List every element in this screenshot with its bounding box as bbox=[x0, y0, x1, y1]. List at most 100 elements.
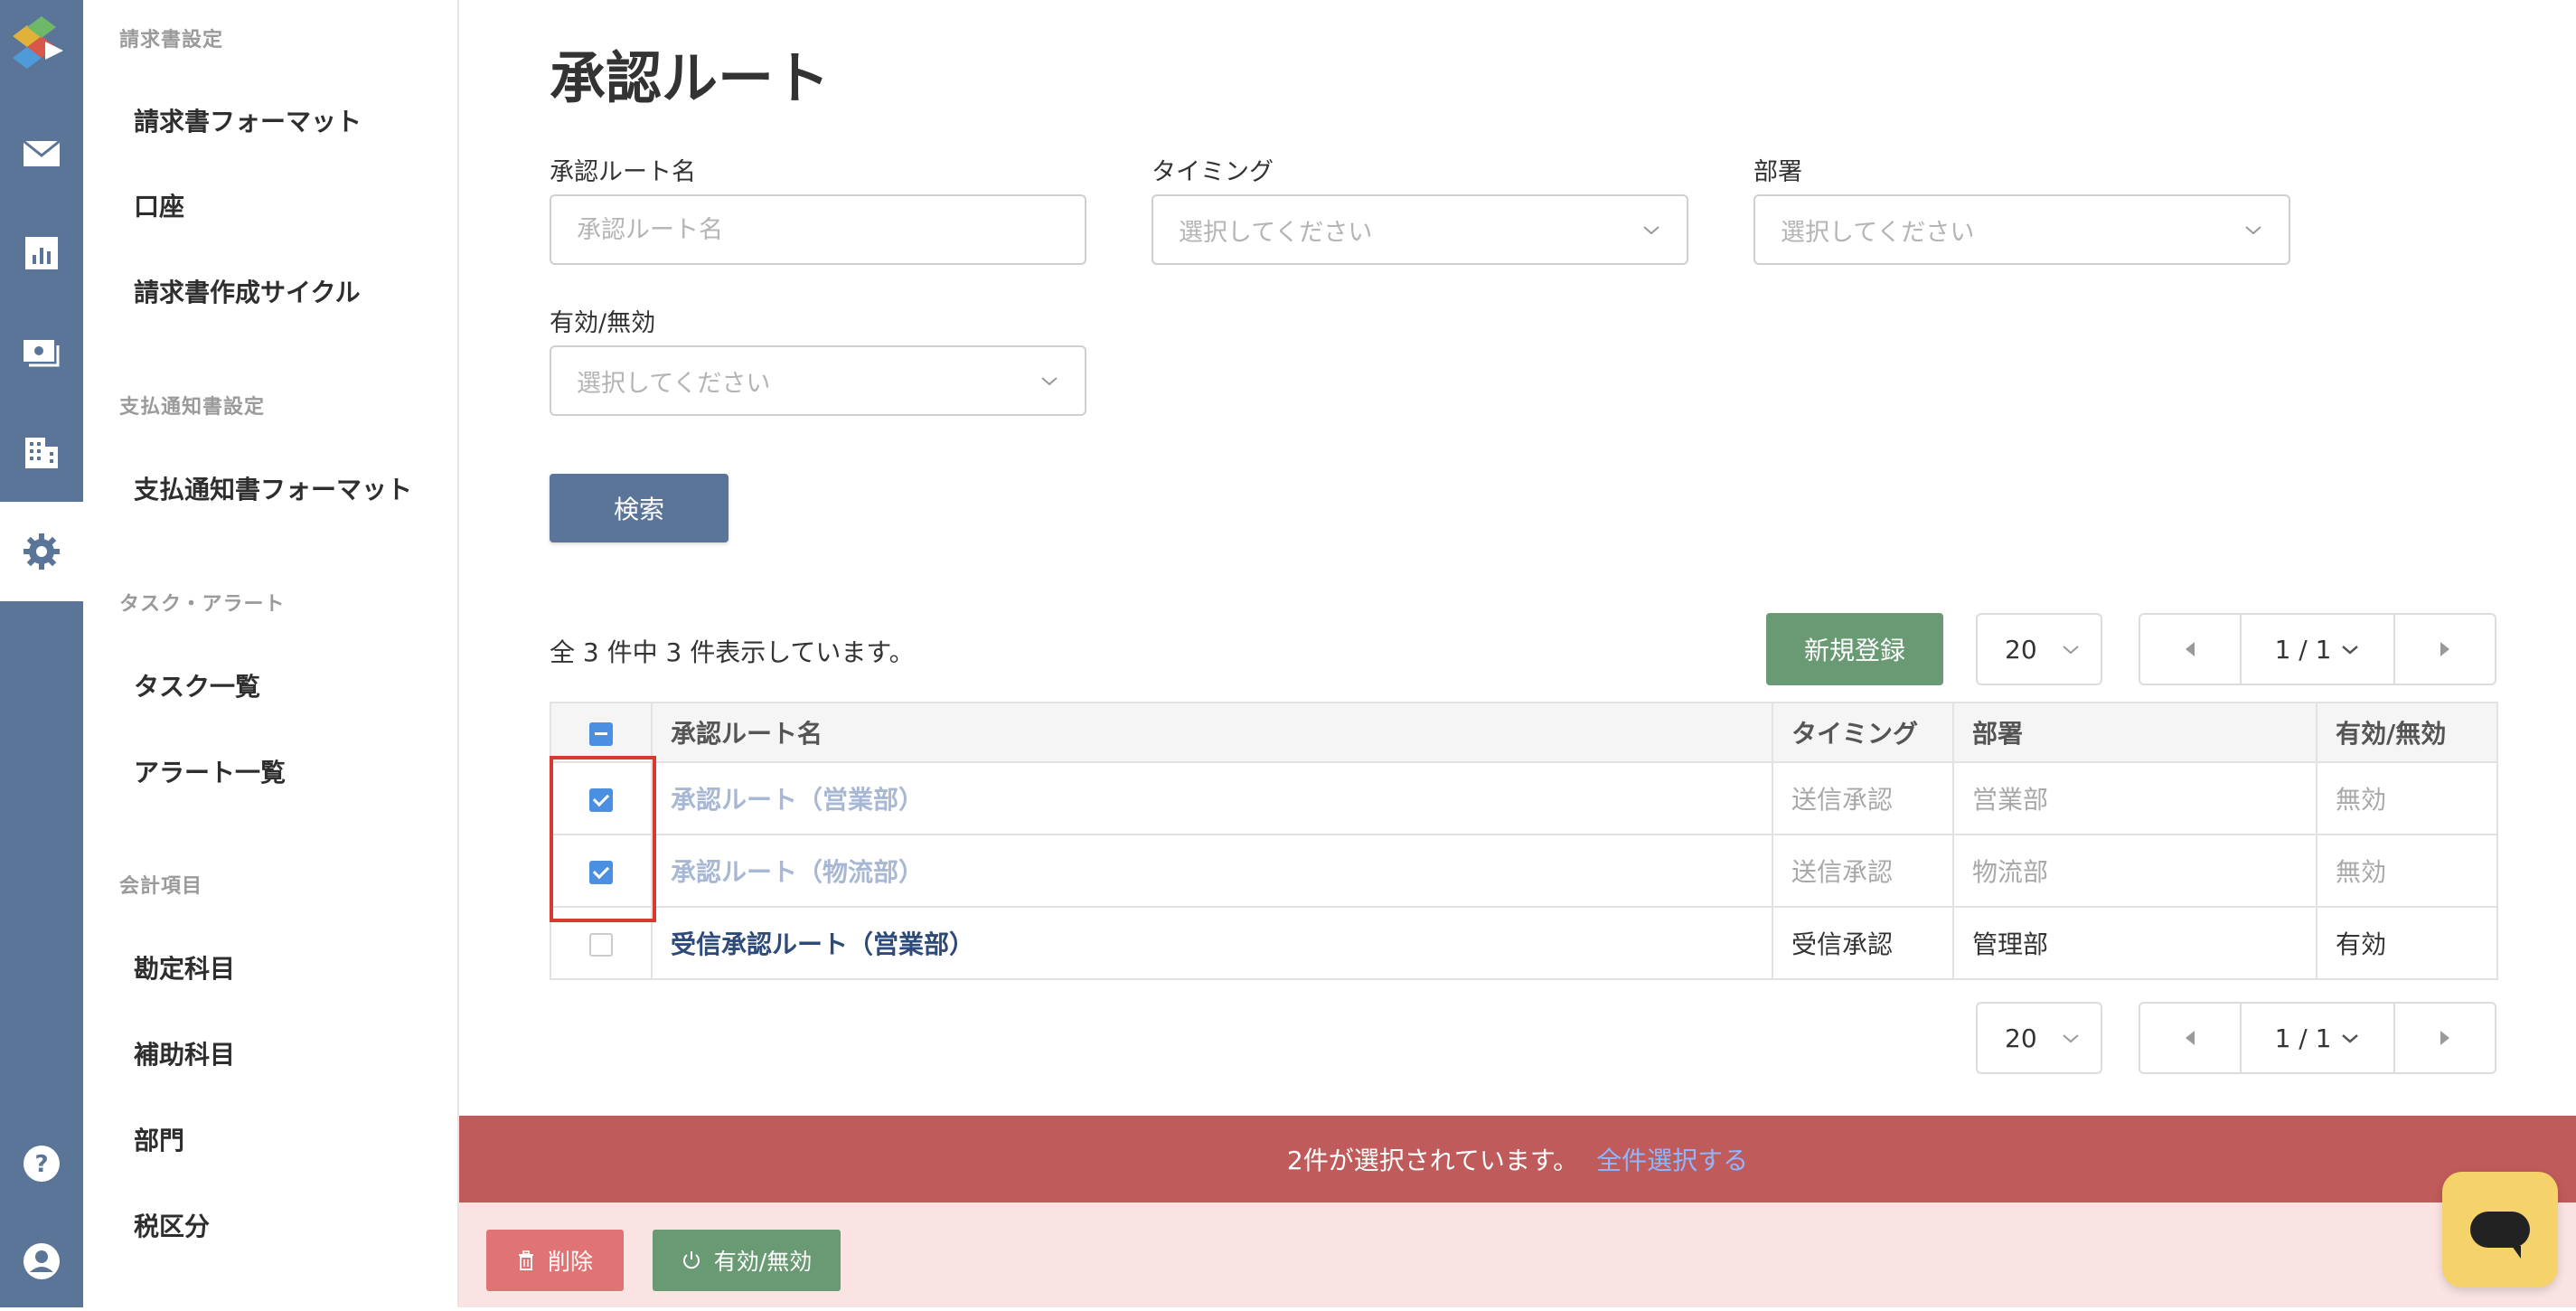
chevron-down-icon bbox=[2342, 646, 2359, 655]
chevron-down-icon bbox=[1643, 226, 1659, 235]
department-cell: 管理部 bbox=[1952, 906, 2317, 980]
sidebar-section-title: タスク・アラート bbox=[119, 593, 286, 616]
select-all-cell bbox=[550, 702, 653, 763]
column-header-name[interactable]: 承認ルート名 bbox=[651, 702, 1773, 763]
sidebar-item-alert-list[interactable]: アラート一覧 bbox=[134, 753, 286, 789]
route-name-link[interactable]: 承認ルート（物流部） bbox=[651, 834, 1773, 908]
page-title: 承認ルート bbox=[550, 45, 831, 111]
caret-right-icon bbox=[2440, 1031, 2449, 1045]
sidebar-item-sub-accounts[interactable]: 補助科目 bbox=[134, 1035, 235, 1071]
table-row[interactable]: 承認ルート（物流部） 送信承認 物流部 無効 bbox=[550, 834, 2498, 908]
caret-left-icon bbox=[2186, 642, 2195, 656]
sidebar-item-payment-notice-format[interactable]: 支払通知書フォーマット bbox=[134, 470, 412, 506]
route-name-link[interactable]: 受信承認ルート（営業部） bbox=[651, 906, 1773, 980]
page-select[interactable]: 1 / 1 bbox=[2240, 615, 2395, 684]
account-icon[interactable] bbox=[0, 1212, 83, 1311]
result-count-text: 全 3 件中 3 件表示しています。 bbox=[550, 637, 915, 667]
status-label: 有効/無効 bbox=[550, 309, 656, 337]
sidebar-item-tax-categories[interactable]: 税区分 bbox=[134, 1207, 210, 1243]
timing-select-placeholder: 選択してください bbox=[1179, 218, 1373, 247]
table-row[interactable]: 受信承認ルート（営業部） 受信承認 管理部 有効 bbox=[550, 906, 2498, 980]
column-header-status[interactable]: 有効/無効 bbox=[2316, 702, 2498, 763]
page-indicator: 1 / 1 bbox=[2274, 1023, 2332, 1053]
approval-route-table: 承認ルート名 タイミング 部署 有効/無効 承認ルート（営業部） 送信承認 営業… bbox=[550, 702, 2498, 980]
chat-icon bbox=[2470, 1212, 2530, 1259]
prev-page-button[interactable] bbox=[2140, 615, 2240, 684]
table-row[interactable]: 承認ルート（営業部） 送信承認 営業部 無効 bbox=[550, 761, 2498, 835]
new-registration-button[interactable]: 新規登録 bbox=[1766, 613, 1943, 685]
select-all-link[interactable]: 全件選択する bbox=[1596, 1141, 1748, 1177]
caret-right-icon bbox=[2440, 642, 2449, 656]
sidebar-item-departments[interactable]: 部門 bbox=[134, 1121, 184, 1157]
row-select-cell bbox=[550, 834, 653, 908]
status-select[interactable]: 選択してください bbox=[550, 345, 1086, 416]
table-header-row: 承認ルート名 タイミング 部署 有効/無効 bbox=[550, 702, 2498, 763]
status-cell: 有効 bbox=[2316, 906, 2498, 980]
sidebar-item-task-list[interactable]: タスク一覧 bbox=[134, 667, 260, 703]
department-cell: 物流部 bbox=[1952, 834, 2317, 908]
prev-page-button[interactable] bbox=[2140, 1004, 2240, 1072]
next-page-button[interactable] bbox=[2395, 615, 2495, 684]
selection-message: 2件が選択されています。 bbox=[1286, 1146, 1579, 1175]
delete-button-label: 削除 bbox=[547, 1249, 593, 1275]
chat-support-button[interactable] bbox=[2442, 1172, 2558, 1287]
main-content: 承認ルート 承認ルート名 タイミング 選択してください 部署 選択してください … bbox=[459, 0, 2576, 1307]
per-page-value: 20 bbox=[2005, 1023, 2037, 1053]
sidebar-item-account[interactable]: 口座 bbox=[134, 187, 184, 223]
settings-sidebar: 請求書設定 請求書フォーマット 口座 請求書作成サイクル 支払通知書設定 支払通… bbox=[83, 0, 459, 1307]
chevron-down-icon bbox=[2063, 1034, 2079, 1043]
route-name-link[interactable]: 承認ルート（営業部） bbox=[651, 761, 1773, 835]
sidebar-item-account-titles[interactable]: 勘定科目 bbox=[134, 949, 235, 986]
timing-cell: 送信承認 bbox=[1772, 834, 1954, 908]
status-cell: 無効 bbox=[2316, 834, 2498, 908]
pagination-bottom: 1 / 1 bbox=[2139, 1002, 2496, 1074]
row-checkbox[interactable] bbox=[589, 788, 613, 812]
search-button[interactable]: 検索 bbox=[550, 474, 729, 542]
department-label: 部署 bbox=[1753, 158, 1802, 186]
department-cell: 営業部 bbox=[1952, 761, 2317, 835]
power-icon bbox=[682, 1251, 700, 1269]
per-page-value: 20 bbox=[2005, 634, 2037, 665]
column-header-department[interactable]: 部署 bbox=[1952, 702, 2317, 763]
row-checkbox[interactable] bbox=[589, 932, 613, 957]
select-all-checkbox[interactable] bbox=[589, 722, 613, 746]
icon-rail: ? bbox=[0, 0, 83, 1307]
delete-button[interactable]: 削除 bbox=[486, 1230, 624, 1291]
page-select[interactable]: 1 / 1 bbox=[2240, 1004, 2395, 1072]
invoice-icon[interactable] bbox=[0, 303, 83, 402]
row-select-cell bbox=[550, 906, 653, 980]
chart-icon[interactable] bbox=[0, 203, 83, 303]
row-checkbox[interactable] bbox=[589, 860, 613, 884]
chevron-down-icon bbox=[2063, 646, 2079, 655]
status-select-placeholder: 選択してください bbox=[577, 369, 771, 398]
row-select-cell bbox=[550, 761, 653, 835]
sidebar-item-invoice-format[interactable]: 請求書フォーマット bbox=[134, 102, 362, 138]
gear-icon[interactable] bbox=[0, 502, 83, 601]
trash-icon bbox=[518, 1250, 533, 1270]
sidebar-section-title: 請求書設定 bbox=[119, 29, 224, 52]
next-page-button[interactable] bbox=[2395, 1004, 2495, 1072]
pagination: 1 / 1 bbox=[2139, 613, 2496, 685]
department-select[interactable]: 選択してください bbox=[1753, 194, 2290, 265]
toggle-status-button[interactable]: 有効/無効 bbox=[653, 1230, 841, 1291]
timing-select[interactable]: 選択してください bbox=[1152, 194, 1688, 265]
sidebar-section-title: 支払通知書設定 bbox=[119, 396, 266, 419]
route-name-input[interactable] bbox=[550, 194, 1086, 265]
column-header-timing[interactable]: タイミング bbox=[1772, 702, 1954, 763]
mail-icon[interactable] bbox=[0, 104, 83, 203]
caret-left-icon bbox=[2186, 1031, 2195, 1045]
timing-cell: 送信承認 bbox=[1772, 761, 1954, 835]
logo-icon[interactable] bbox=[0, 16, 83, 80]
status-cell: 無効 bbox=[2316, 761, 2498, 835]
chevron-down-icon bbox=[2245, 226, 2261, 235]
sidebar-item-invoice-cycle[interactable]: 請求書作成サイクル bbox=[134, 273, 361, 309]
timing-cell: 受信承認 bbox=[1772, 906, 1954, 980]
chevron-down-icon bbox=[2342, 1034, 2359, 1043]
svg-text:?: ? bbox=[34, 1151, 48, 1178]
per-page-select-bottom[interactable]: 20 bbox=[1976, 1002, 2102, 1074]
toggle-status-label: 有効/無効 bbox=[713, 1249, 813, 1275]
help-icon[interactable]: ? bbox=[0, 1114, 83, 1213]
timing-label: タイミング bbox=[1152, 158, 1274, 186]
building-icon[interactable] bbox=[0, 402, 83, 502]
per-page-select[interactable]: 20 bbox=[1976, 613, 2102, 685]
